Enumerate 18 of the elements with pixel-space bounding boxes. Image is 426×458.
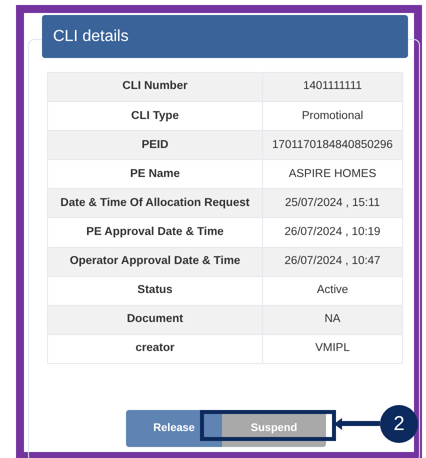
field-value: 1701170184840850296 [262,130,402,160]
field-label: Date & Time Of Allocation Request [48,188,262,218]
field-label: CLI Number [48,72,262,102]
field-label: PE Approval Date & Time [48,218,262,248]
field-value: 26/07/2024 , 10:47 [262,247,402,276]
field-value: NA [262,305,402,334]
field-label: Status [48,276,262,306]
field-label: Operator Approval Date & Time [48,247,262,276]
release-button[interactable]: Release [126,410,222,447]
panel-header: CLI details [42,15,408,58]
field-value: 26/07/2024 , 10:19 [262,218,402,248]
field-value: Active [262,276,402,306]
field-label: Document [48,305,262,334]
field-label: creator [48,334,262,364]
field-value: 25/07/2024 , 15:11 [262,188,402,218]
field-label: PEID [48,130,262,160]
field-value: VMIPL [262,334,402,364]
field-value: 1401111111 [262,72,402,102]
